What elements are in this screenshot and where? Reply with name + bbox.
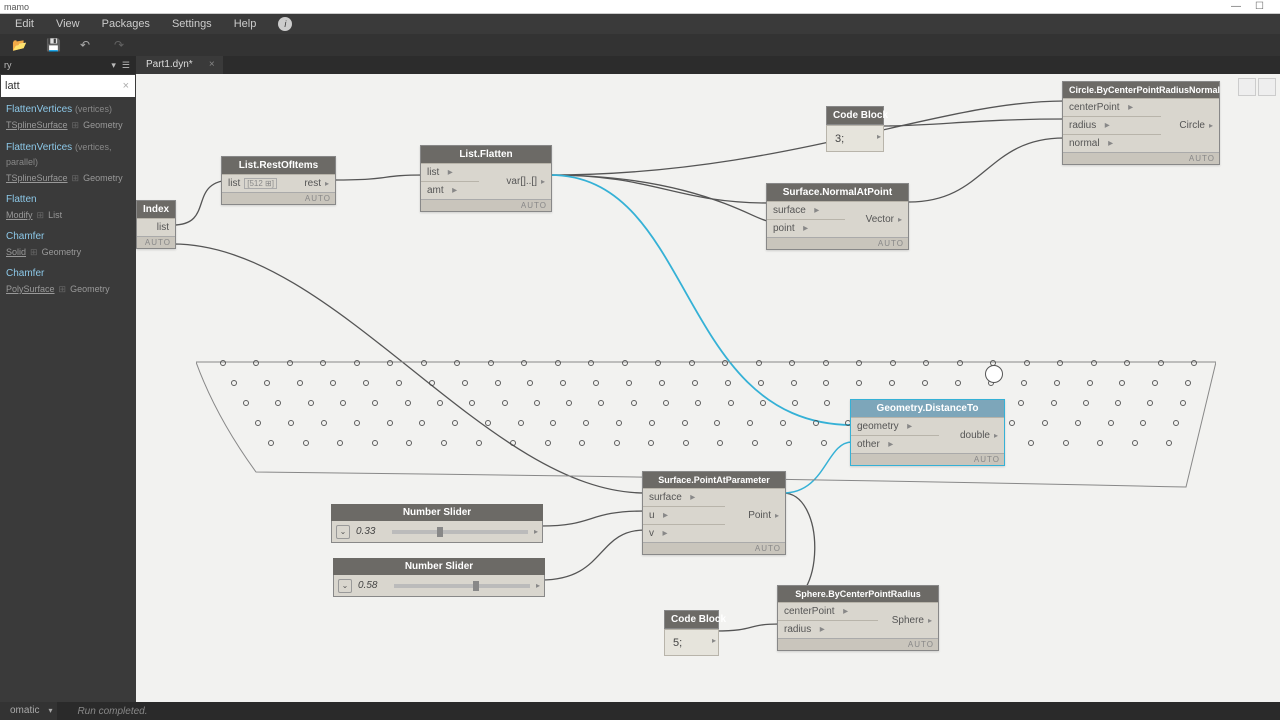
slider-track[interactable] (394, 584, 530, 588)
status-bar: omatic Run completed. (0, 702, 1280, 720)
node-flatten[interactable]: List.Flatten list▸ amt▸ var[]..[]▸ AUTO (420, 145, 552, 212)
node-title: Surface.PointAtParameter (643, 472, 785, 488)
document-tab-strip: Part1.dyn* × (136, 56, 1280, 74)
library-search[interactable]: latt × (1, 75, 135, 97)
node-title: Circle.ByCenterPointRadiusNormal (1063, 82, 1219, 98)
menu-help[interactable]: Help (234, 18, 257, 30)
graph-canvas[interactable]: Index list AUTO List.RestOfItems list [5… (136, 74, 1280, 702)
save-icon[interactable]: 💾 (46, 38, 60, 52)
maximize-icon[interactable]: ☐ (1255, 0, 1264, 14)
node-title: Geometry.DistanceTo (851, 400, 1004, 417)
menu-bar: Edit View Packages Settings Help i (0, 14, 1280, 34)
preview-point-grid (206, 360, 1211, 485)
node-title: Code Block (664, 610, 719, 629)
library-item[interactable]: Chamfer Solid⊞Geometry (6, 230, 130, 259)
run-mode-selector[interactable]: omatic (0, 702, 57, 720)
menu-view[interactable]: View (56, 18, 80, 30)
node-code-block-1[interactable]: Code Block 3;▸ (826, 106, 884, 152)
tab-close-icon[interactable]: × (209, 56, 215, 74)
node-distance-to[interactable]: Geometry.DistanceTo geometry▸ other▸ dou… (850, 399, 1005, 466)
library-item[interactable]: FlattenVertices (vertices, parallel) TSp… (6, 140, 130, 185)
redo-icon[interactable]: ↷ (114, 38, 128, 52)
slider-value: 0.58 (358, 580, 388, 591)
slider-value: 0.33 (356, 526, 386, 537)
node-rest-of-items[interactable]: List.RestOfItems list [512 ⊞] rest▸ AUTO (221, 156, 336, 205)
menu-settings[interactable]: Settings (172, 18, 212, 30)
node-number-slider-1[interactable]: Number Slider ⌄ 0.33 ▸ (331, 504, 543, 543)
node-title: Index (137, 201, 175, 218)
list-view-icon[interactable]: ☰ (122, 60, 130, 71)
node-normal-at-point[interactable]: Surface.NormalAtPoint surface▸ point▸ Ve… (766, 183, 909, 250)
node-sphere[interactable]: Sphere.ByCenterPointRadius centerPoint▸ … (777, 585, 939, 651)
search-text: latt (5, 80, 20, 92)
slider-track[interactable] (392, 530, 528, 534)
undo-icon[interactable]: ↶ (80, 38, 94, 52)
node-point-at-parameter[interactable]: Surface.PointAtParameter surface▸ u▸ v▸ … (642, 471, 786, 555)
document-tab-label: Part1.dyn* (146, 59, 193, 70)
title-bar: mamo — ☐ (0, 0, 1280, 14)
filter-icon[interactable]: ▾ (111, 60, 116, 71)
library-panel: ry ▾ ☰ latt × FlattenVertices (vertices)… (0, 56, 136, 702)
status-message: Run completed. (77, 706, 147, 717)
library-item[interactable]: Chamfer PolySurface⊞Geometry (6, 267, 130, 296)
clear-search-icon[interactable]: × (123, 80, 129, 92)
info-icon[interactable]: i (278, 17, 292, 31)
app-title: mamo (4, 2, 29, 12)
library-tab-label[interactable]: ry (0, 60, 12, 70)
tool-bar: 📂 💾 ↶ ↷ (0, 34, 1280, 56)
document-tab[interactable]: Part1.dyn* × (136, 56, 223, 74)
minimize-icon[interactable]: — (1231, 0, 1241, 14)
node-code-block-2[interactable]: Code Block 5;▸ (664, 610, 719, 656)
node-title: Sphere.ByCenterPointRadius (778, 586, 938, 602)
node-title: Surface.NormalAtPoint (767, 184, 908, 201)
slider-expand-icon[interactable]: ⌄ (336, 525, 350, 539)
node-title: Number Slider (331, 504, 543, 521)
node-index[interactable]: Index list AUTO (136, 200, 176, 249)
node-number-slider-2[interactable]: Number Slider ⌄ 0.58 ▸ (333, 558, 545, 597)
menu-edit[interactable]: Edit (15, 18, 34, 30)
node-title: Number Slider (333, 558, 545, 575)
cursor-marker (985, 365, 1003, 383)
node-title: Code Block (826, 106, 884, 125)
menu-packages[interactable]: Packages (102, 18, 150, 30)
library-tab-strip: ry ▾ ☰ (0, 56, 136, 74)
slider-expand-icon[interactable]: ⌄ (338, 579, 352, 593)
node-title: List.RestOfItems (222, 157, 335, 174)
node-title: List.Flatten (421, 146, 551, 163)
library-item[interactable]: Flatten Modify⊞List (6, 193, 130, 222)
library-results: FlattenVertices (vertices) TSplineSurfac… (0, 98, 136, 308)
open-icon[interactable]: 📂 (12, 38, 26, 52)
library-item[interactable]: FlattenVertices (vertices) TSplineSurfac… (6, 102, 130, 132)
node-circle[interactable]: Circle.ByCenterPointRadiusNormal centerP… (1062, 81, 1220, 165)
